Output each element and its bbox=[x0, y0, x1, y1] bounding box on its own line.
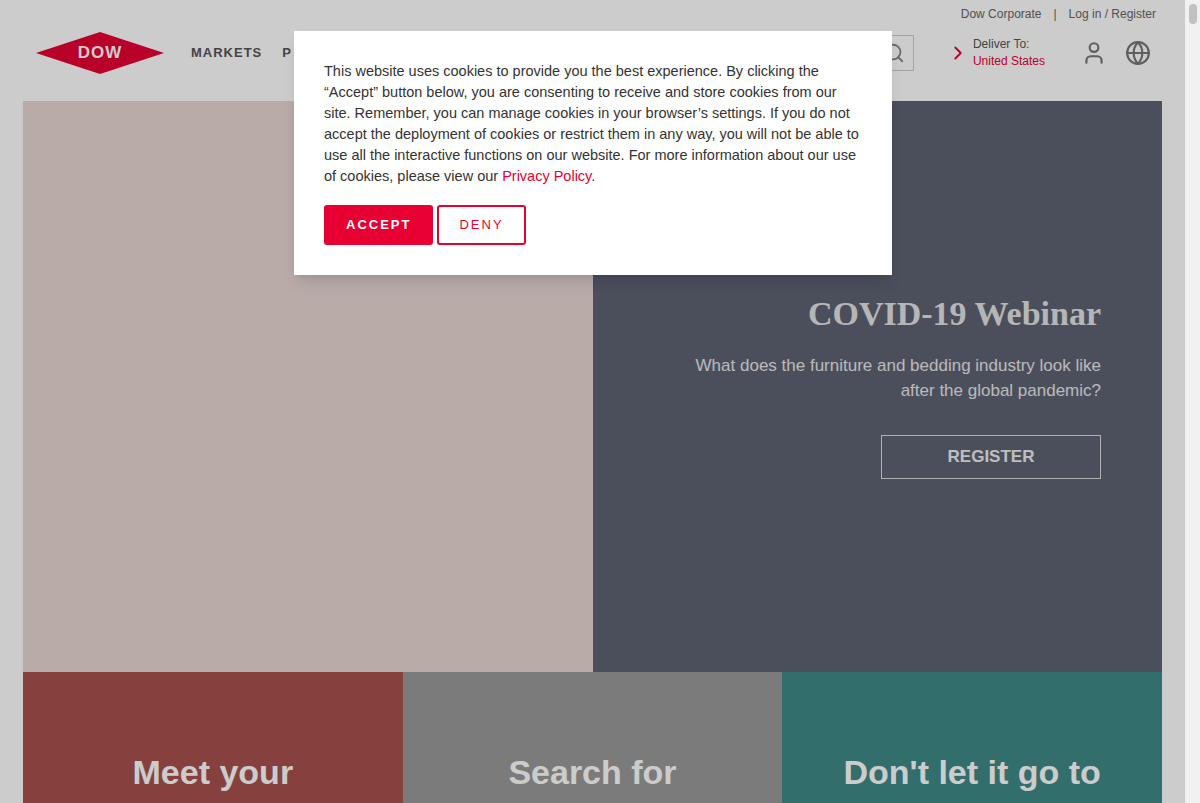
cookie-text: This website uses cookies to provide you… bbox=[324, 61, 862, 187]
accept-button[interactable]: ACCEPT bbox=[324, 205, 433, 245]
cookie-buttons: ACCEPTDENY bbox=[324, 205, 862, 245]
scrollbar-thumb[interactable] bbox=[1189, 4, 1197, 24]
cookie-dialog: This website uses cookies to provide you… bbox=[294, 31, 892, 275]
site: Dow Corporate|Log in / RegisterDOWMARKET… bbox=[0, 0, 1185, 803]
deny-button[interactable]: DENY bbox=[437, 205, 525, 245]
page: Dow Corporate|Log in / RegisterDOWMARKET… bbox=[0, 0, 1200, 803]
privacy-link[interactable]: Privacy Policy bbox=[502, 168, 591, 184]
scrollbar[interactable] bbox=[1185, 0, 1200, 803]
